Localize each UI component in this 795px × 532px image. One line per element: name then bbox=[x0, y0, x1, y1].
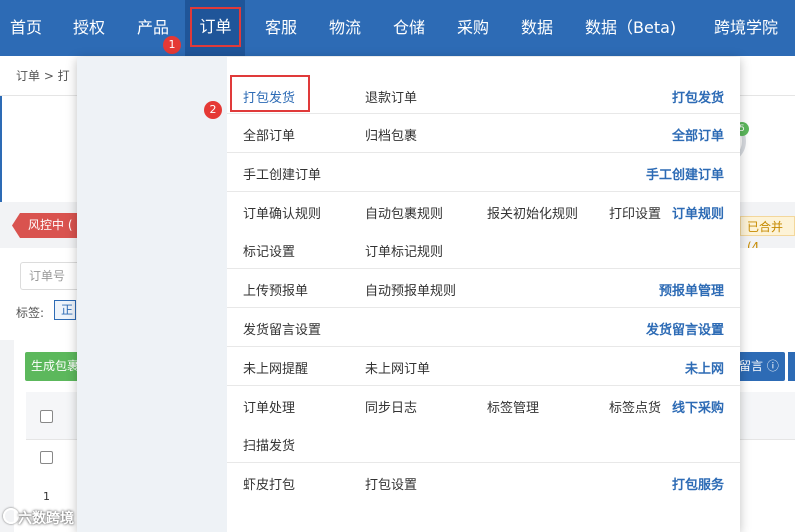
menu-link-manual-order[interactable]: 手工创建订单 bbox=[243, 164, 321, 183]
menu-link-auto-preorder-rules[interactable]: 自动预报单规则 bbox=[365, 280, 456, 299]
menu-divider bbox=[227, 152, 740, 153]
menu-link-not-online-reminder[interactable]: 未上网提醒 bbox=[243, 358, 308, 377]
menu-link-not-online-orders[interactable]: 未上网订单 bbox=[365, 358, 430, 377]
menu-category-ship-message[interactable]: 发货留言设置 bbox=[590, 319, 740, 338]
nav-home[interactable]: 首页 bbox=[10, 0, 42, 56]
menu-link-all-orders[interactable]: 全部订单 bbox=[243, 125, 295, 144]
extra-button[interactable] bbox=[788, 352, 795, 381]
menu-divider bbox=[227, 346, 740, 347]
menu-link-order-processing[interactable]: 订单处理 bbox=[243, 397, 295, 416]
risk-control-tag[interactable]: 风控中 ( bbox=[12, 213, 79, 238]
nav-purchase[interactable]: 采购 bbox=[457, 0, 489, 56]
message-button-label: 留言 bbox=[739, 359, 764, 373]
generate-package-button[interactable]: 生成包裹 bbox=[25, 352, 79, 381]
menu-category-pack-ship[interactable]: 打包发货 bbox=[590, 87, 740, 106]
menu-link-label-management[interactable]: 标签管理 bbox=[487, 397, 539, 416]
step-badge-1: 1 bbox=[163, 36, 181, 54]
menu-link-ship-message-settings[interactable]: 发货留言设置 bbox=[243, 319, 321, 338]
menu-link-shopee-pack[interactable]: 虾皮打包 bbox=[243, 474, 295, 493]
menu-link-scan-ship[interactable]: 扫描发货 bbox=[243, 435, 295, 454]
menu-divider bbox=[227, 462, 740, 463]
row-number: 1 bbox=[43, 490, 50, 503]
nav-data[interactable]: 数据 bbox=[521, 0, 553, 56]
nav-academy[interactable]: 跨境学院 bbox=[714, 0, 778, 56]
merged-tag[interactable]: 已合并 (4 bbox=[740, 216, 795, 254]
menu-category-column bbox=[77, 57, 227, 532]
menu-link-print-settings[interactable]: 打印设置 bbox=[609, 203, 661, 222]
nav-logistics[interactable]: 物流 bbox=[329, 0, 361, 56]
menu-link-order-mark-rules[interactable]: 订单标记规则 bbox=[365, 241, 443, 260]
menu-link-label-check[interactable]: 标签点货 bbox=[609, 397, 661, 416]
menu-link-upload-preorder[interactable]: 上传预报单 bbox=[243, 280, 308, 299]
menu-link-mark-settings[interactable]: 标记设置 bbox=[243, 241, 295, 260]
nav-data-beta[interactable]: 数据（Beta) bbox=[585, 0, 676, 56]
watermark: 六数跨境 bbox=[18, 511, 74, 527]
menu-category-pack-service[interactable]: 打包服务 bbox=[590, 474, 740, 493]
breadcrumb: 订单 > 打 bbox=[16, 69, 70, 83]
row-checkbox[interactable] bbox=[40, 451, 53, 464]
menu-category-all-orders[interactable]: 全部订单 bbox=[590, 125, 740, 144]
top-nav: 首页 授权 产品 客服 物流 仓储 采购 数据 数据（Beta) 跨境学院 bbox=[0, 0, 795, 56]
orders-dropdown-menu: 打包发货 全部订单 手工创建订单 订单规则 预报单管理 发货留言设置 未上网 线… bbox=[77, 57, 740, 532]
info-icon: ⓘ bbox=[766, 359, 779, 373]
menu-link-customs-init-rules[interactable]: 报关初始化规则 bbox=[487, 203, 578, 222]
tag-chip[interactable]: 正 bbox=[54, 300, 76, 320]
select-all-checkbox[interactable] bbox=[40, 410, 53, 423]
tag-label: 标签: bbox=[16, 306, 45, 320]
nav-orders-highlight[interactable]: 订单 bbox=[190, 7, 241, 47]
menu-link-pack-settings[interactable]: 打包设置 bbox=[365, 474, 417, 493]
menu-link-sync-log[interactable]: 同步日志 bbox=[365, 397, 417, 416]
menu-divider bbox=[227, 191, 740, 192]
menu-divider bbox=[227, 385, 740, 386]
menu-divider bbox=[227, 307, 740, 308]
nav-orders[interactable]: 订单 bbox=[192, 9, 239, 45]
nav-authorize[interactable]: 授权 bbox=[73, 0, 105, 56]
nav-warehouse[interactable]: 仓储 bbox=[393, 0, 425, 56]
order-number-input[interactable]: 订单号 bbox=[20, 262, 80, 290]
message-button[interactable]: 留言 ⓘ bbox=[735, 352, 785, 381]
menu-link-archived-packages[interactable]: 归档包裹 bbox=[365, 125, 417, 144]
menu-divider bbox=[227, 113, 740, 114]
menu-category-not-online[interactable]: 未上网 bbox=[590, 358, 740, 377]
pack-ship-highlight bbox=[230, 75, 310, 112]
menu-category-manual-order[interactable]: 手工创建订单 bbox=[590, 164, 740, 183]
menu-link-refund-orders[interactable]: 退款订单 bbox=[365, 87, 417, 106]
menu-link-auto-package-rules[interactable]: 自动包裹规则 bbox=[365, 203, 443, 222]
watermark-logo-icon bbox=[3, 508, 19, 524]
nav-customer-service[interactable]: 客服 bbox=[265, 0, 297, 56]
step-badge-2: 2 bbox=[204, 101, 222, 119]
menu-link-order-confirm-rules[interactable]: 订单确认规则 bbox=[243, 203, 321, 222]
menu-category-preorder[interactable]: 预报单管理 bbox=[590, 280, 740, 299]
menu-divider bbox=[227, 268, 740, 269]
